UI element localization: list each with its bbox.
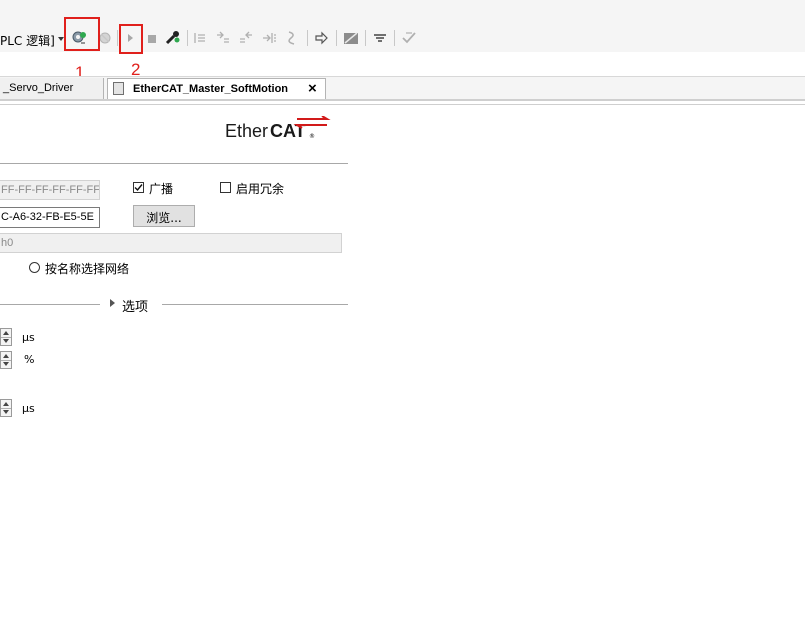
logo-arrows-icon: [293, 116, 331, 129]
chevron-right-icon: [110, 299, 115, 307]
toolbar-separator: [394, 30, 395, 46]
toolbar-separator: [307, 30, 308, 46]
toolbar-separator: [187, 30, 188, 46]
annotation-box-2: [119, 24, 143, 54]
toolbar-separator: [336, 30, 337, 46]
broadcast-label: 广播: [149, 182, 174, 196]
mode-dropdown[interactable]: PLC 逻辑]: [0, 30, 66, 48]
content-top-border: [0, 104, 805, 105]
breakpoint-toggle-icon[interactable]: [342, 29, 360, 47]
broadcast-checkbox[interactable]: [133, 182, 144, 193]
force-values-icon[interactable]: [371, 29, 389, 47]
tab-ethercat-master-softmotion[interactable]: EtherCAT_Master_SoftMotion ×: [107, 78, 326, 99]
select-network-by-name-radio[interactable]: [29, 262, 40, 273]
options-divider-right: [162, 304, 348, 305]
close-icon[interactable]: ×: [308, 80, 317, 97]
tab-servo-driver[interactable]: _Servo_Driver: [0, 78, 104, 99]
logo-text-plain: Ether: [225, 121, 269, 141]
step-out-icon[interactable]: [237, 29, 255, 47]
enable-redundancy-label: 启用冗余: [236, 182, 285, 196]
tab-bar-divider: [0, 99, 805, 101]
reset-tools-icon[interactable]: [164, 29, 182, 47]
source-address-field[interactable]: C-A6-32-FB-E5-5E: [0, 207, 100, 228]
set-next-statement-icon[interactable]: [283, 29, 301, 47]
mode-dropdown-label: PLC 逻辑]: [0, 34, 55, 48]
options-divider-left: [0, 304, 100, 305]
sync-window-spinner[interactable]: [0, 399, 12, 417]
step-over-icon[interactable]: [191, 29, 209, 47]
sync-offset-spinner[interactable]: [0, 351, 12, 369]
select-network-by-name-label: 按名称选择网络: [45, 262, 130, 276]
options-expander[interactable]: 选项: [108, 296, 154, 315]
step-into-icon[interactable]: [214, 29, 232, 47]
toolbar-separator: [365, 30, 366, 46]
sync-offset-unit: %: [24, 353, 35, 366]
checkmark-icon: [134, 184, 143, 192]
cycle-time-spinner[interactable]: [0, 328, 12, 346]
enable-redundancy-checkbox[interactable]: [220, 182, 231, 193]
cycle-time-unit: μs: [22, 331, 35, 344]
logo-reg-mark: ®: [309, 133, 315, 140]
stop-icon[interactable]: [143, 29, 161, 47]
destination-address-field[interactable]: FF-FF-FF-FF-FF-FF: [0, 180, 100, 200]
header-divider: [0, 163, 348, 164]
run-to-cursor-icon[interactable]: [260, 29, 278, 47]
tab-label: EtherCAT_Master_SoftMotion: [133, 83, 289, 95]
sync-window-unit: μs: [22, 402, 35, 415]
annotation-box-1: [64, 17, 100, 51]
browse-button-label: 浏览...: [146, 211, 182, 225]
options-section-label: 选项: [122, 300, 149, 315]
show-next-statement-icon[interactable]: [312, 29, 330, 47]
device-icon: [113, 82, 124, 95]
tab-label: _Servo_Driver: [3, 82, 74, 94]
network-name-field[interactable]: h0: [0, 233, 342, 253]
browse-button[interactable]: 浏览...: [133, 205, 195, 227]
write-values-icon[interactable]: [400, 29, 418, 47]
toolbar-separator: [117, 30, 118, 46]
ethercat-logo: Ether CAT ®: [225, 116, 335, 145]
menu-strip: [0, 0, 805, 25]
